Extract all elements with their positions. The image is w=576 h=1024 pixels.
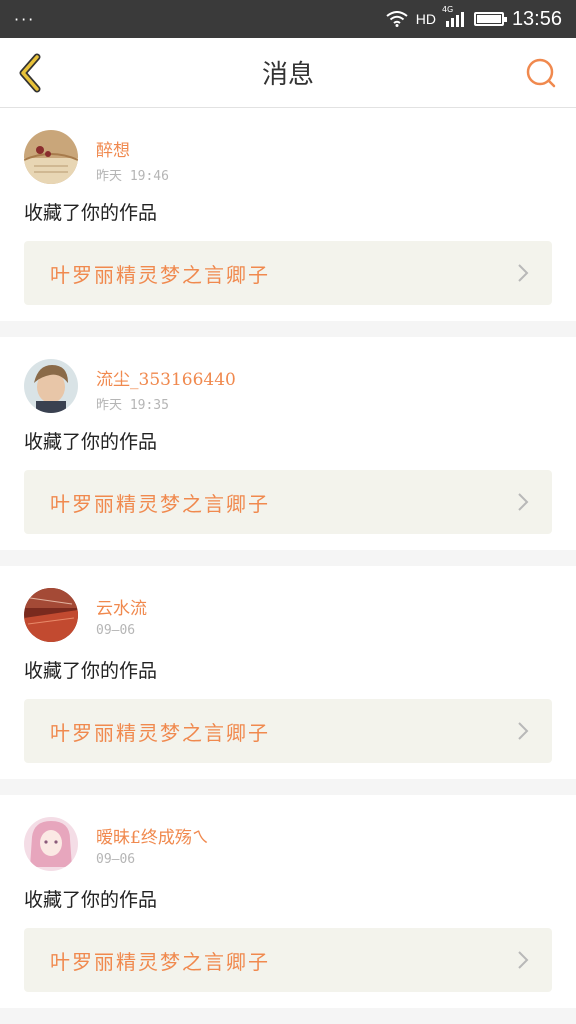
status-bar: ··· HD 4G 13:56 [0,0,576,38]
chevron-right-icon [518,722,529,740]
network-label: HD [415,11,436,27]
chevron-left-icon [19,53,41,92]
work-title: 叶罗丽精灵梦之言卿子 [50,720,270,745]
work-link[interactable]: 叶罗丽精灵梦之言卿子 [24,699,552,763]
timestamp: 昨天 19:35 [96,398,169,413]
header-bar: 消息 [0,38,576,108]
action-text: 收藏了你的作品 [24,889,158,911]
timestamp: 09—06 [96,852,136,867]
back-button[interactable] [0,38,60,108]
page-title: 消息 [261,60,314,90]
battery-icon [473,12,507,26]
timestamp: 09—06 [96,623,136,638]
message-card: 暧昧£终成殇ㄟ 09—06 收藏了你的作品 叶罗丽精灵梦之言卿子 [0,795,576,1008]
chevron-right-icon [518,951,529,969]
avatar[interactable] [24,817,78,871]
work-link[interactable]: 叶罗丽精灵梦之言卿子 [24,470,552,534]
notification-dots: ··· [14,9,36,29]
message-card: 云水流 09—06 收藏了你的作品 叶罗丽精灵梦之言卿子 [0,566,576,779]
action-text: 收藏了你的作品 [24,202,158,224]
message-card: 醉想 昨天 19:46 收藏了你的作品 叶罗丽精灵梦之言卿子 [0,108,576,321]
chevron-right-icon [518,264,529,282]
username[interactable]: 醉想 [96,136,169,161]
wifi-icon [386,11,408,27]
chevron-right-icon [518,493,529,511]
username[interactable]: 流尘_353166440 [96,365,236,390]
search-icon [526,58,556,87]
signal-type-label: 4G [441,5,454,14]
avatar[interactable] [24,130,78,184]
action-text: 收藏了你的作品 [24,660,158,682]
clock: 13:56 [511,7,562,30]
username[interactable]: 云水流 [96,594,147,619]
avatar[interactable] [24,588,78,642]
work-title: 叶罗丽精灵梦之言卿子 [50,262,270,287]
username[interactable]: 暧昧£终成殇ㄟ [96,823,209,848]
timestamp: 昨天 19:46 [96,169,169,184]
avatar[interactable] [24,359,78,413]
work-title: 叶罗丽精灵梦之言卿子 [50,491,270,516]
search-button[interactable] [506,38,576,108]
message-card: 流尘_353166440 昨天 19:35 收藏了你的作品 叶罗丽精灵梦之言卿子 [0,337,576,550]
work-title: 叶罗丽精灵梦之言卿子 [50,949,270,974]
action-text: 收藏了你的作品 [24,431,158,453]
message-list: 醉想 昨天 19:46 收藏了你的作品 叶罗丽精灵梦之言卿子 流尘_353166… [0,108,576,1008]
work-link[interactable]: 叶罗丽精灵梦之言卿子 [24,241,552,305]
work-link[interactable]: 叶罗丽精灵梦之言卿子 [24,928,552,992]
